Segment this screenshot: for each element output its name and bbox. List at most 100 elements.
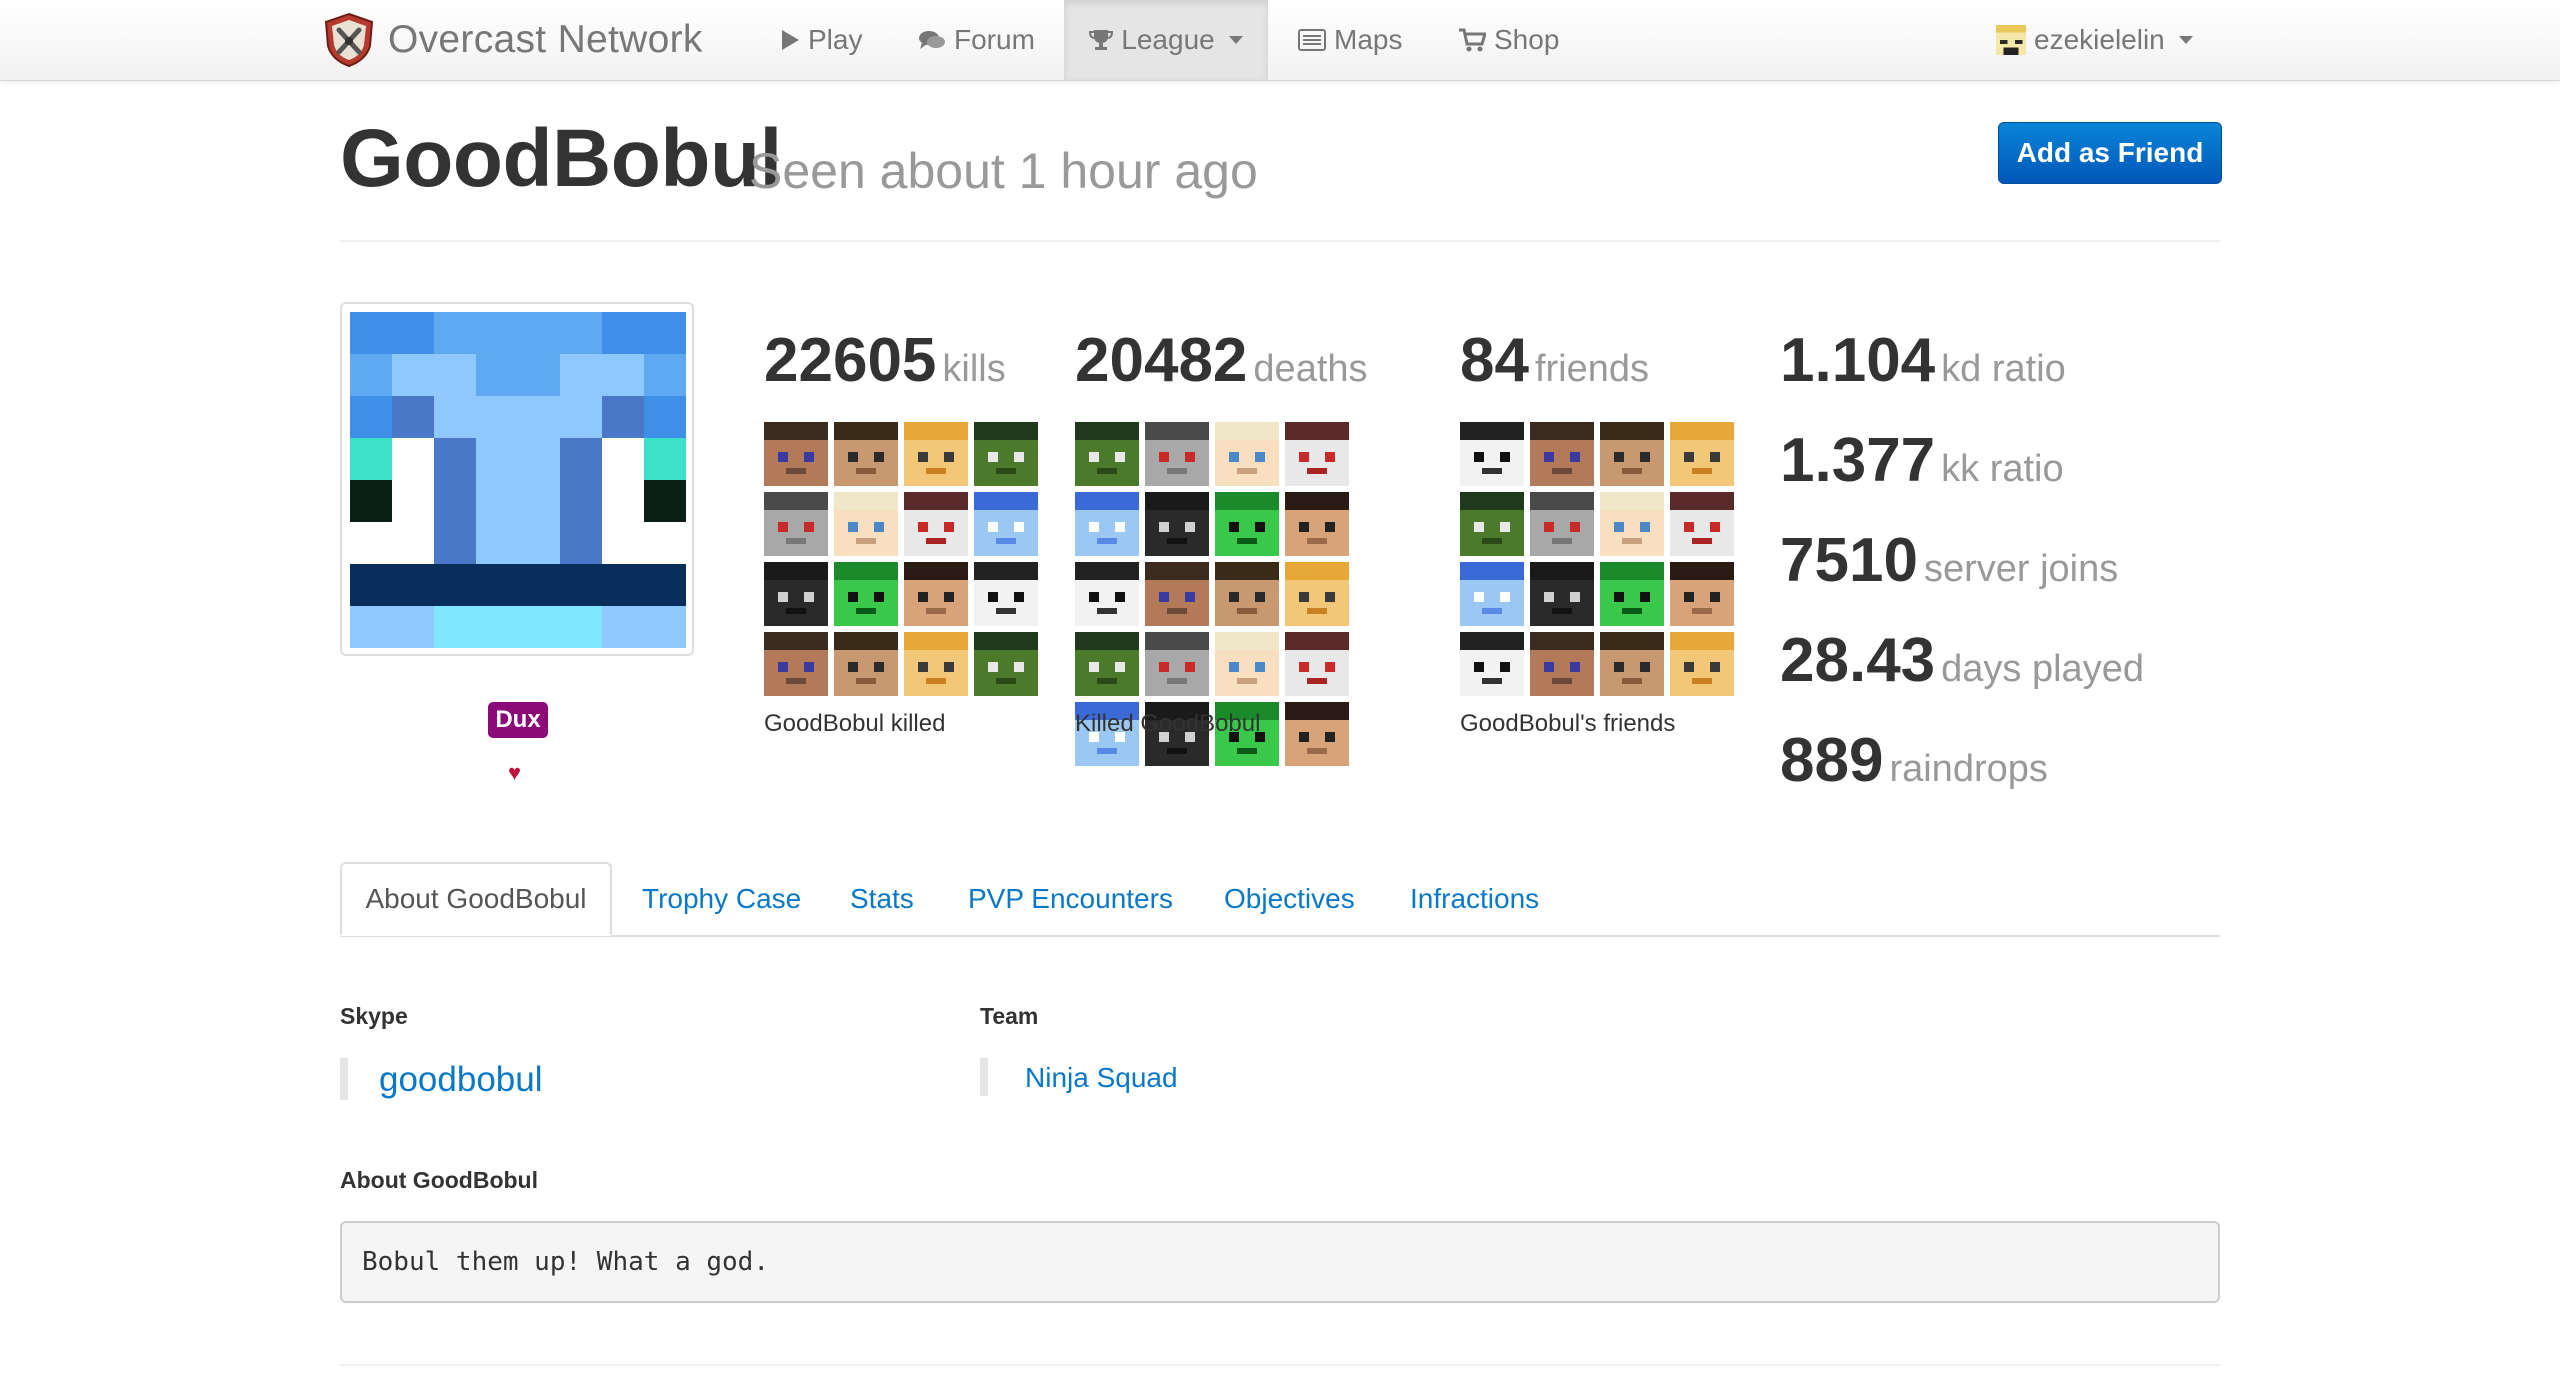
player-head-avatar[interactable]: [1600, 422, 1664, 486]
add-friend-button[interactable]: Add as Friend: [1998, 122, 2222, 184]
tab-trophy-case[interactable]: Trophy Case: [642, 862, 801, 936]
user-menu[interactable]: ezekielelin: [1996, 0, 2193, 80]
skype-label: Skype: [340, 1003, 408, 1029]
raindrops-value: 889: [1780, 726, 1884, 795]
player-head-avatar[interactable]: [1075, 562, 1139, 626]
nav-maps[interactable]: Maps: [1298, 0, 1402, 80]
player-head-avatar[interactable]: [1530, 492, 1594, 556]
player-head-avatar[interactable]: [1285, 422, 1349, 486]
player-head-avatar[interactable]: [1215, 492, 1279, 556]
player-head-avatar[interactable]: [1600, 632, 1664, 696]
nav-forum[interactable]: Forum: [918, 0, 1035, 80]
about-label: About GoodBobul: [340, 1167, 538, 1193]
skype-link[interactable]: goodbobul: [379, 1060, 543, 1100]
player-head-avatar[interactable]: [974, 562, 1038, 626]
deaths-unit: deaths: [1253, 348, 1368, 390]
kills-caption: GoodBobul killed: [764, 710, 946, 737]
player-head-avatar[interactable]: [1600, 562, 1664, 626]
player-head-avatar[interactable]: [1285, 492, 1349, 556]
deaths-stat: 20482 deaths: [1075, 330, 1368, 392]
player-head-avatar[interactable]: [1670, 422, 1734, 486]
friends-stat: 84 friends: [1460, 330, 1649, 392]
about-text: Bobul them up! What a god.: [362, 1247, 769, 1277]
nav-play-label: Play: [808, 24, 863, 55]
player-name: GoodBobul: [340, 113, 782, 204]
player-head-avatar[interactable]: [1215, 632, 1279, 696]
player-head-avatar[interactable]: [764, 422, 828, 486]
player-skin: [340, 302, 694, 656]
player-head-avatar[interactable]: [834, 492, 898, 556]
player-head-avatar[interactable]: [1145, 632, 1209, 696]
tab-objectives[interactable]: Objectives: [1224, 862, 1355, 936]
player-head-avatar[interactable]: [1215, 422, 1279, 486]
kills-value: 22605: [764, 326, 937, 395]
brand-link[interactable]: Overcast Network: [322, 12, 703, 68]
heart-icon: ♥: [508, 760, 522, 785]
skin-pixels: [350, 312, 686, 648]
player-head-avatar[interactable]: [1145, 562, 1209, 626]
player-head-avatar[interactable]: [1670, 562, 1734, 626]
team-link[interactable]: Ninja Squad: [1025, 1062, 1178, 1094]
days-played-stat: 28.43 days played: [1780, 630, 2144, 692]
joins-value: 7510: [1780, 526, 1918, 595]
player-head-avatar[interactable]: [1670, 492, 1734, 556]
player-head-avatar[interactable]: [974, 492, 1038, 556]
list-icon: [1298, 29, 1326, 51]
chevron-down-icon: [1228, 36, 1243, 44]
user-name: ezekielelin: [2034, 24, 2165, 55]
player-head-avatar[interactable]: [1460, 632, 1524, 696]
player-head-avatar[interactable]: [1600, 492, 1664, 556]
nav-play[interactable]: Play: [780, 0, 862, 80]
top-navbar: Overcast Network Play Forum League Maps …: [0, 0, 2560, 81]
nav-shop-label: Shop: [1494, 24, 1560, 55]
nav-shop[interactable]: Shop: [1458, 0, 1559, 80]
trophy-icon: [1089, 30, 1114, 50]
player-head-avatar[interactable]: [1285, 702, 1349, 766]
friends-unit: friends: [1534, 348, 1650, 390]
days-value: 28.43: [1780, 626, 1936, 695]
player-head-avatar[interactable]: [1075, 632, 1139, 696]
player-head-avatar[interactable]: [1285, 562, 1349, 626]
player-head-avatar[interactable]: [1460, 562, 1524, 626]
kd-ratio-stat: 1.104 kd ratio: [1780, 330, 2066, 392]
player-head-avatar[interactable]: [834, 562, 898, 626]
player-head-avatar[interactable]: [1460, 492, 1524, 556]
tab-about[interactable]: About GoodBobul: [340, 862, 612, 936]
player-head-avatar[interactable]: [904, 492, 968, 556]
player-head-avatar[interactable]: [764, 492, 828, 556]
profile-page: Overcast Network Play Forum League Maps …: [0, 0, 2560, 1388]
player-head-avatar[interactable]: [1530, 422, 1594, 486]
player-head-avatar[interactable]: [1460, 422, 1524, 486]
player-head-avatar[interactable]: [1075, 492, 1139, 556]
player-head-avatar[interactable]: [904, 632, 968, 696]
player-head-avatar[interactable]: [764, 562, 828, 626]
deaths-caption: Killed GoodBobul: [1075, 710, 1261, 737]
player-head-avatar[interactable]: [974, 632, 1038, 696]
footer-divider: [340, 1364, 2220, 1366]
player-head-avatar[interactable]: [904, 562, 968, 626]
player-head-avatar[interactable]: [1145, 492, 1209, 556]
player-head-avatar[interactable]: [834, 422, 898, 486]
nav-league-label: League: [1121, 24, 1215, 55]
user-avatar-icon: [1996, 25, 2026, 55]
player-head-avatar[interactable]: [974, 422, 1038, 486]
player-head-avatar[interactable]: [904, 422, 968, 486]
tab-infractions[interactable]: Infractions: [1410, 862, 1539, 936]
player-head-avatar[interactable]: [1145, 422, 1209, 486]
player-head-avatar[interactable]: [834, 632, 898, 696]
kills-unit: kills: [942, 348, 1006, 390]
player-head-avatar[interactable]: [1075, 422, 1139, 486]
deaths-value: 20482: [1075, 326, 1248, 395]
cart-icon: [1459, 28, 1486, 52]
player-head-avatar[interactable]: [1530, 632, 1594, 696]
player-head-avatar[interactable]: [1285, 632, 1349, 696]
comments-icon: [919, 31, 945, 49]
team-quote-bar: [980, 1058, 988, 1096]
nav-league[interactable]: League: [1064, 0, 1268, 80]
tab-stats[interactable]: Stats: [850, 862, 914, 936]
player-head-avatar[interactable]: [1215, 562, 1279, 626]
player-head-avatar[interactable]: [1530, 562, 1594, 626]
player-head-avatar[interactable]: [1670, 632, 1734, 696]
player-head-avatar[interactable]: [764, 632, 828, 696]
tab-pvp-encounters[interactable]: PVP Encounters: [968, 862, 1173, 936]
